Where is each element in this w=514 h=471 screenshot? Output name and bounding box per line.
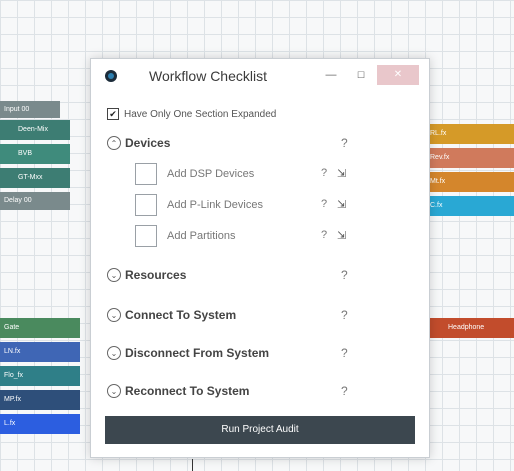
section-connect-label: Connect To System: [125, 308, 237, 322]
item-label: Add Partitions: [167, 230, 236, 242]
canvas-block-ln[interactable]: LN.fx: [0, 342, 80, 362]
section-devices[interactable]: ⌃ Devices: [107, 134, 170, 152]
chevron-down-icon[interactable]: ⌄: [107, 308, 121, 322]
canvas-block-bvb[interactable]: BVB: [0, 144, 70, 164]
pin-icon[interactable]: ⇲: [337, 167, 346, 180]
run-project-audit-button[interactable]: Run Project Audit: [105, 416, 415, 444]
item-label: Add P-Link Devices: [167, 199, 263, 211]
close-button[interactable]: ✕: [377, 65, 419, 85]
canvas-block-rl[interactable]: RL.fx: [426, 124, 514, 144]
single-section-label: Have Only One Section Expanded: [124, 108, 277, 120]
canvas-block-input[interactable]: Input 00: [0, 101, 60, 118]
section-disconnect-label: Disconnect From System: [125, 346, 270, 360]
single-section-option[interactable]: ✔ Have Only One Section Expanded: [107, 108, 276, 120]
chevron-down-icon[interactable]: ⌄: [107, 346, 121, 360]
canvas-block-mix[interactable]: Deen-Mix: [0, 120, 70, 140]
section-reconnect-label: Reconnect To System: [125, 384, 250, 398]
canvas-block-headphone[interactable]: Headphone: [426, 318, 514, 338]
section-disconnect[interactable]: ⌄ Disconnect From System: [107, 344, 269, 362]
help-icon[interactable]: ?: [321, 198, 327, 210]
section-devices-label: Devices: [125, 136, 171, 150]
section-resources-label: Resources: [125, 268, 187, 282]
pin-icon[interactable]: ⇲: [337, 229, 346, 242]
section-resources[interactable]: ⌄ Resources: [107, 266, 186, 284]
canvas-cursor: [192, 459, 193, 471]
canvas-block-gate[interactable]: Gate: [0, 318, 80, 338]
chevron-down-icon[interactable]: ⌄: [107, 384, 121, 398]
app-icon: [105, 70, 117, 82]
canvas-block-delay[interactable]: Delay 00: [0, 192, 70, 210]
canvas-block-mt[interactable]: Mt.fx: [426, 172, 514, 192]
section-reconnect[interactable]: ⌄ Reconnect To System: [107, 382, 249, 400]
help-icon[interactable]: ?: [341, 384, 348, 398]
canvas-block-rev[interactable]: Rev.fx: [426, 148, 514, 168]
minimize-button[interactable]: —: [317, 65, 345, 85]
help-icon[interactable]: ?: [341, 346, 348, 360]
item-add-plink-devices[interactable]: Add P-Link Devices: [135, 193, 263, 217]
checkbox[interactable]: [135, 194, 157, 216]
chevron-up-icon[interactable]: ⌃: [107, 136, 121, 150]
help-icon[interactable]: ?: [341, 268, 348, 282]
canvas-block-c[interactable]: C.fx: [426, 196, 514, 216]
maximize-button[interactable]: ☐: [347, 65, 375, 85]
title-bar[interactable]: Workflow Checklist — ☐ ✕: [91, 59, 429, 93]
canvas-block-mp[interactable]: MP.fx: [0, 390, 80, 410]
canvas-block-flo[interactable]: Flo_fx: [0, 366, 80, 386]
item-add-dsp-devices[interactable]: Add DSP Devices: [135, 162, 254, 186]
item-label: Add DSP Devices: [167, 168, 255, 180]
canvas-block-l[interactable]: L.fx: [0, 414, 80, 434]
canvas-block-gt[interactable]: GT-Mxx: [0, 168, 70, 188]
workflow-checklist-window: Workflow Checklist — ☐ ✕ ✔ Have Only One…: [90, 58, 430, 458]
item-add-partitions[interactable]: Add Partitions: [135, 224, 235, 248]
section-connect[interactable]: ⌄ Connect To System: [107, 306, 236, 324]
pin-icon[interactable]: ⇲: [337, 198, 346, 211]
help-icon[interactable]: ?: [321, 167, 327, 179]
help-icon[interactable]: ?: [321, 229, 327, 241]
single-section-checkbox[interactable]: ✔: [107, 108, 119, 120]
help-icon[interactable]: ?: [341, 136, 348, 150]
chevron-down-icon[interactable]: ⌄: [107, 268, 121, 282]
window-title: Workflow Checklist: [149, 68, 267, 84]
help-icon[interactable]: ?: [341, 308, 348, 322]
checkbox[interactable]: [135, 163, 157, 185]
checkbox[interactable]: [135, 225, 157, 247]
